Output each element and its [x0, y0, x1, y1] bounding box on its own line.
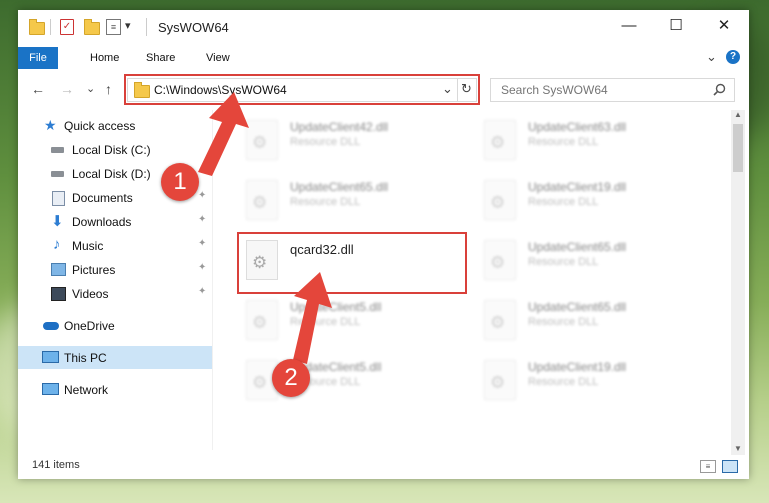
callout-badge: 1 [161, 163, 199, 201]
callout-badge: 2 [272, 359, 310, 397]
annotation-arrows [198, 92, 332, 364]
arrow-2 [293, 272, 332, 364]
arrow-1 [198, 92, 249, 176]
